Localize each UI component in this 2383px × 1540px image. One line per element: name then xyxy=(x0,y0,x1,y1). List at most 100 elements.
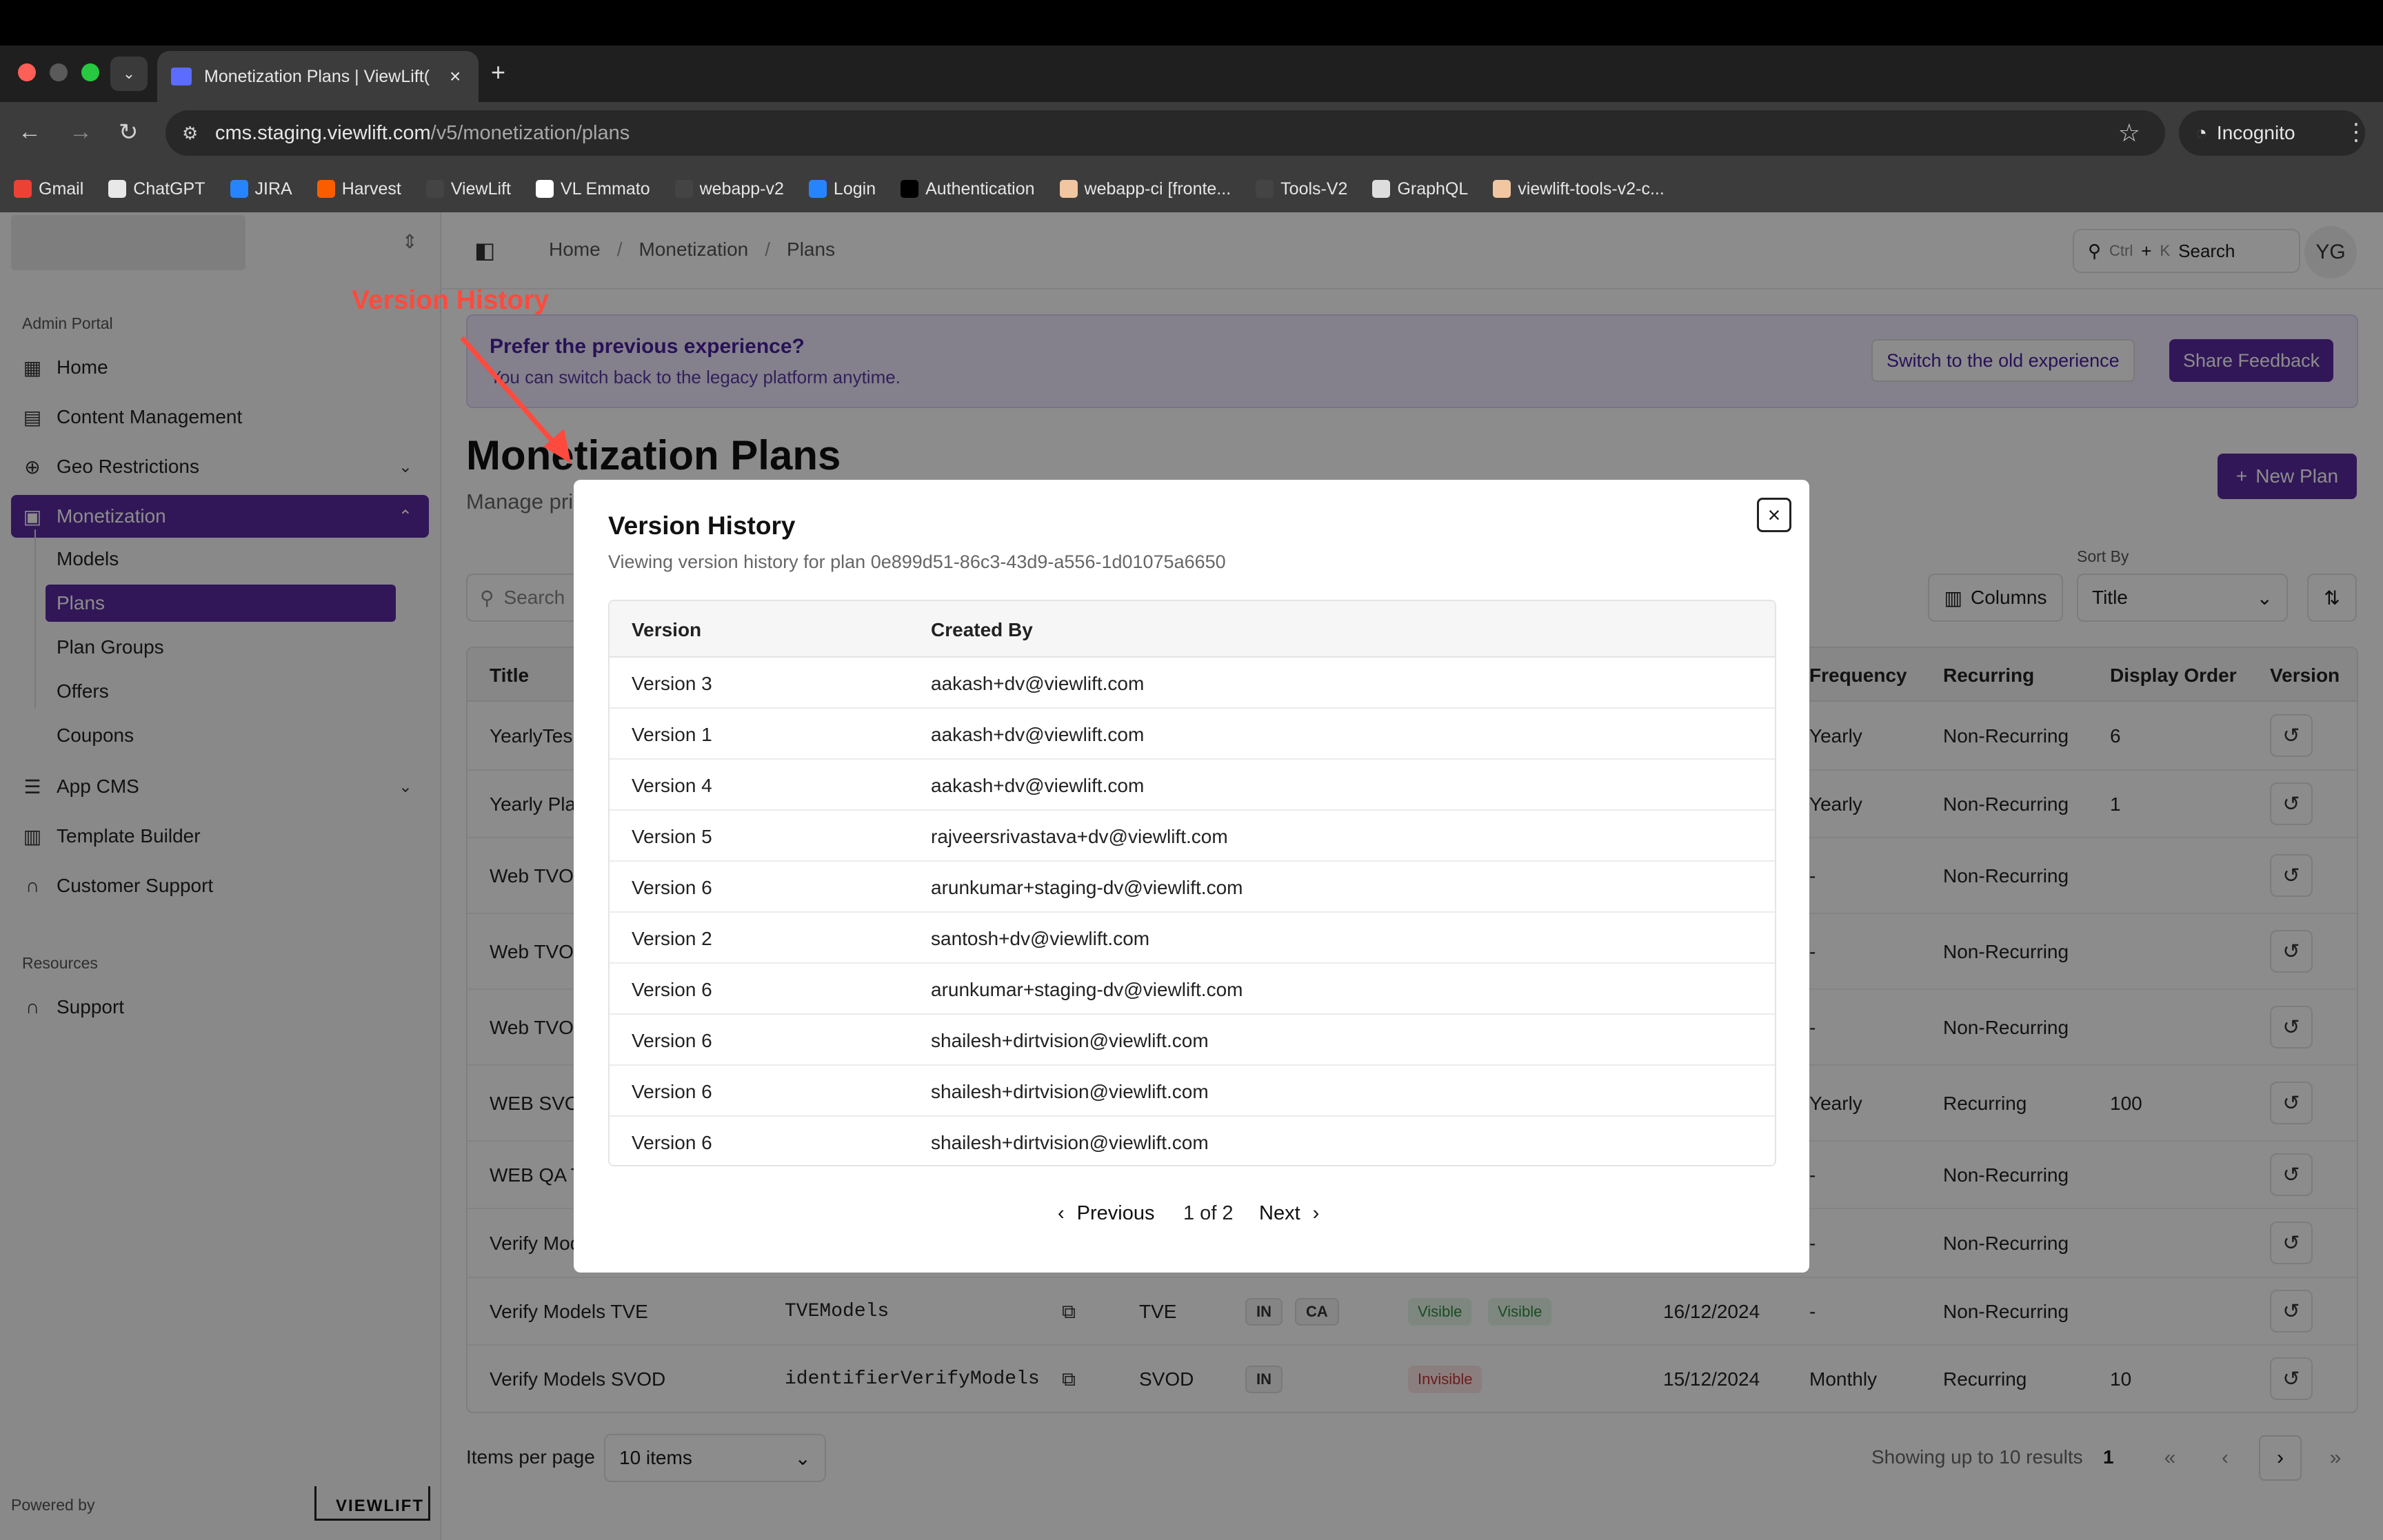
created-by-cell: aakash+dv@viewlift.com xyxy=(931,673,1145,694)
table-row: Version 6 shailesh+dirtvision@viewlift.co… xyxy=(610,1066,1775,1117)
bookmark-label: VL Emmato xyxy=(560,179,650,199)
page-indicator: 1 of 2 xyxy=(1183,1202,1234,1224)
bookmark-item[interactable]: viewlift-tools-v2-c... xyxy=(1493,179,1665,199)
bookmark-favicon-icon xyxy=(230,180,248,198)
address-bar[interactable]: ⚙ cms.staging.viewlift.com/v5/monetizati… xyxy=(165,110,2165,156)
created-by-cell: aakash+dv@viewlift.com xyxy=(931,775,1145,796)
incognito-icon: ◔ xyxy=(2195,122,2207,143)
browser-tab[interactable]: Monetization Plans | ViewLift( × xyxy=(157,51,479,102)
bookmark-label: ViewLift xyxy=(450,179,511,199)
close-icon[interactable]: × xyxy=(1757,498,1791,532)
version-cell: Version 2 xyxy=(632,928,712,949)
bookmark-favicon-icon xyxy=(14,180,32,198)
col-created-by: Created By xyxy=(931,619,1033,640)
dialog-subtitle: Viewing version history for plan 0e899d5… xyxy=(608,551,1226,572)
created-by-cell: aakash+dv@viewlift.com xyxy=(931,724,1145,745)
maximize-window-button[interactable] xyxy=(81,63,99,81)
annotation-label: Version History xyxy=(352,285,550,315)
bookmark-favicon-icon xyxy=(1256,180,1274,198)
table-row: Version 6 shailesh+dirtvision@viewlift.co… xyxy=(610,1015,1775,1066)
version-cell: Version 4 xyxy=(632,775,712,796)
created-by-cell: arunkumar+staging-dv@viewlift.com xyxy=(931,877,1243,898)
viewlift-favicon-icon xyxy=(171,68,192,85)
table-row: Version 2 santosh+dv@viewlift.com xyxy=(610,913,1775,964)
url-path: /v5/monetization/plans xyxy=(430,121,630,144)
url-host: cms.staging.viewlift.com xyxy=(215,121,431,144)
bookmark-favicon-icon xyxy=(108,180,127,198)
version-table-header: Version Created By xyxy=(610,601,1775,658)
previous-page-button[interactable]: ‹ Previous xyxy=(1058,1202,1155,1225)
reload-icon[interactable]: ↻ xyxy=(119,119,139,146)
table-row: Version 6 shailesh+dirtvision@viewlift.co… xyxy=(610,1117,1775,1165)
incognito-indicator[interactable]: ◔ Incognito xyxy=(2179,110,2365,156)
tab-search-button[interactable]: ⌄ xyxy=(110,57,148,91)
bookmark-item[interactable]: ViewLift xyxy=(425,179,511,199)
version-cell: Version 6 xyxy=(632,877,712,898)
table-row: Version 1 aakash+dv@viewlift.com xyxy=(610,709,1775,760)
close-window-button[interactable] xyxy=(18,63,36,81)
bookmark-item[interactable]: Gmail xyxy=(14,179,83,199)
bookmark-label: ChatGPT xyxy=(133,179,205,199)
bookmark-label: webapp-ci [fronte... xyxy=(1084,179,1231,199)
table-row: Version 6 arunkumar+staging-dv@viewlift.c… xyxy=(610,964,1775,1015)
back-icon[interactable]: ← xyxy=(18,119,41,145)
chevron-right-icon: › xyxy=(1312,1202,1320,1224)
bookmark-item[interactable]: webapp-v2 xyxy=(674,179,784,199)
bookmark-favicon-icon xyxy=(808,180,827,198)
new-tab-icon[interactable]: + xyxy=(491,58,505,87)
forward-icon[interactable]: → xyxy=(69,119,92,145)
chevron-down-icon: ⌄ xyxy=(122,65,136,82)
browser-menu-icon[interactable]: ⋮ xyxy=(2344,119,2368,146)
incognito-label: Incognito xyxy=(2216,122,2295,143)
bookmark-label: Login xyxy=(833,179,876,199)
bookmark-favicon-icon xyxy=(1372,180,1391,198)
bookmark-item[interactable]: JIRA xyxy=(230,179,292,199)
bookmark-label: webapp-v2 xyxy=(699,179,784,199)
minimize-window-button[interactable] xyxy=(50,63,68,81)
bookmarks-bar: Gmail ChatGPT JIRA Harvest ViewLift VL Emmato… xyxy=(0,165,2383,212)
bookmark-favicon-icon xyxy=(316,180,335,198)
version-cell: Version 6 xyxy=(632,1030,712,1051)
version-cell: Version 6 xyxy=(632,1081,712,1102)
dialog-title: Version History xyxy=(608,511,796,540)
chevron-left-icon: ‹ xyxy=(1058,1202,1065,1224)
bookmark-star-icon[interactable]: ☆ xyxy=(2118,119,2140,148)
version-cell: Version 5 xyxy=(632,826,712,847)
bookmark-item[interactable]: Login xyxy=(808,179,876,199)
bookmark-item[interactable]: webapp-ci [fronte... xyxy=(1059,179,1231,199)
version-cell: Version 3 xyxy=(632,673,712,694)
created-by-cell: shailesh+dirtvision@viewlift.com xyxy=(931,1081,1209,1102)
created-by-cell: shailesh+dirtvision@viewlift.com xyxy=(931,1132,1209,1153)
bookmark-label: Harvest xyxy=(341,179,401,199)
col-version: Version xyxy=(632,619,702,640)
created-by-cell: santosh+dv@viewlift.com xyxy=(931,928,1150,949)
bookmark-favicon-icon xyxy=(901,180,919,198)
tab-title: Monetization Plans | ViewLift( xyxy=(204,66,430,86)
bookmark-favicon-icon xyxy=(674,180,693,198)
bookmark-label: Gmail xyxy=(39,179,84,199)
version-cell: Version 1 xyxy=(632,724,712,745)
bookmark-item[interactable]: Harvest xyxy=(316,179,401,199)
bookmark-favicon-icon xyxy=(1493,180,1511,198)
table-row: Version 5 rajveersrivastava+dv@viewlift.c… xyxy=(610,811,1775,862)
next-page-button[interactable]: Next › xyxy=(1259,1202,1319,1225)
table-row: Version 3 aakash+dv@viewlift.com xyxy=(610,658,1775,709)
bookmark-item[interactable]: Tools-V2 xyxy=(1256,179,1347,199)
bookmark-item[interactable]: Authentication xyxy=(901,179,1035,199)
bookmark-label: Tools-V2 xyxy=(1280,179,1348,199)
bookmark-item[interactable]: GraphQL xyxy=(1372,179,1468,199)
bookmark-item[interactable]: ChatGPT xyxy=(108,179,205,199)
bookmark-favicon-icon xyxy=(535,180,554,198)
bookmark-item[interactable]: VL Emmato xyxy=(535,179,650,199)
bookmark-label: JIRA xyxy=(254,179,292,199)
bookmark-label: Authentication xyxy=(925,179,1035,199)
created-by-cell: rajveersrivastava+dv@viewlift.com xyxy=(931,826,1228,847)
version-history-table: Version Created By Version 3 aakash+dv@vi… xyxy=(608,600,1776,1166)
site-info-icon[interactable]: ⚙ xyxy=(182,123,198,144)
version-cell: Version 6 xyxy=(632,1132,712,1153)
tab-close-icon[interactable]: × xyxy=(450,65,461,88)
bookmark-favicon-icon xyxy=(1059,180,1078,198)
annotation-arrow-icon xyxy=(460,336,571,463)
created-by-cell: shailesh+dirtvision@viewlift.com xyxy=(931,1030,1209,1051)
version-cell: Version 6 xyxy=(632,979,712,1000)
